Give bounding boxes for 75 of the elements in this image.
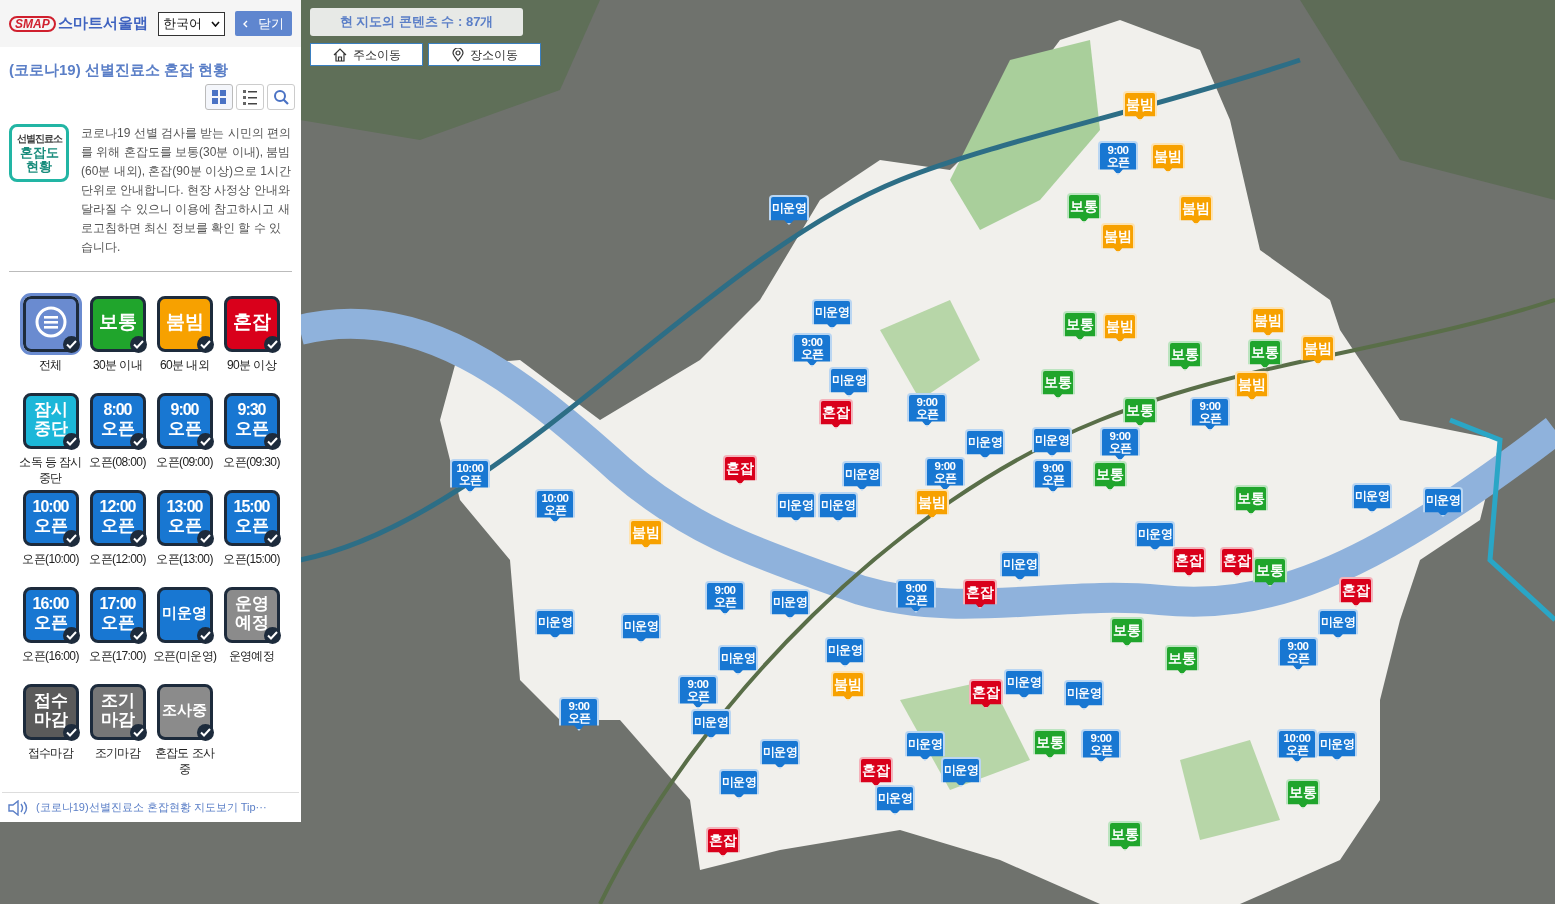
legend-toggle[interactable]: 16:00 오픈 [22, 586, 79, 643]
map-marker[interactable]: 9:00 오픈 [792, 333, 832, 367]
legend-label: 60분 내외 [158, 356, 211, 374]
badge-text: 혼잡도 [19, 145, 59, 160]
legend-label: 오픈(13:00) [155, 550, 214, 568]
legend-toggle[interactable]: 보통 [89, 295, 146, 352]
logo-name: 스마트서울맵 [57, 13, 148, 34]
legend-label: 소독 등 잠시중단 [18, 453, 83, 486]
legend-toggle[interactable]: 접수 마감 [22, 683, 79, 740]
legend-label: 오픈(09:00) [155, 453, 214, 471]
map-marker[interactable]: 9:00 오픈 [705, 581, 745, 615]
legend-label: 오픈(12:00) [88, 550, 147, 568]
legend-label: 오픈(16:00) [21, 647, 80, 665]
house-icon [332, 47, 347, 62]
legend-label: 오픈(08:00) [88, 453, 147, 471]
map-marker[interactable]: 9:00 오픈 [907, 393, 947, 427]
map-marker[interactable]: 9:00 오픈 [925, 457, 965, 491]
map-marker[interactable]: 9:00 오픈 [1278, 637, 1318, 671]
legend-label: 90분 이상 [225, 356, 278, 374]
map-marker[interactable]: 9:00 오픈 [1081, 729, 1121, 763]
legend-toggle[interactable]: 혼잡 [223, 295, 280, 352]
badge-text: 선별진료소 [16, 131, 62, 146]
legend-toggle[interactable]: 운영 예정 [223, 586, 280, 643]
description-text: 코로나19 선별 검사를 받는 시민의 편의를 위해 혼잡도를 보통(30분 이내), 붐빔(60분 내외), 혼잡(90분 이상)으로 1시간 단위로 안내합니다. 현장 사정상 안내와 달라질 수 있으니 이용에 참고하시고 새로고침하면 최신 정보를 확인 할 수 있습니다. [81, 124, 292, 256]
legend-label: 운영예정 [227, 647, 276, 665]
legend-label: 오픈(미운영) [151, 647, 218, 665]
legend-label: 혼잡도 조사중 [153, 744, 216, 777]
legend-toggle[interactable]: 15:00 오픈 [223, 489, 280, 546]
content-count: 현 지도의 콘텐츠 수 : 87개 [339, 13, 494, 32]
legend-label: 오픈(09:30) [222, 453, 281, 471]
legend-toggle[interactable]: 미운영 [156, 586, 213, 643]
view-button[interactable] [236, 83, 264, 110]
chevron-left-icon [242, 19, 248, 28]
speaker-icon [8, 799, 30, 816]
map-marker[interactable]: 9:00 오픈 [1098, 141, 1138, 175]
legend-toggle[interactable]: 17:00 오픈 [89, 586, 146, 643]
nav-button[interactable]: 주소이동 [310, 43, 423, 66]
legend-label: 30분 이내 [91, 356, 144, 374]
map-marker[interactable]: 9:00 오픈 [559, 697, 599, 731]
legend-label: 오픈(15:00) [222, 550, 281, 568]
legend-toggle[interactable]: 10:00 오픈 [22, 489, 79, 546]
pin-icon [451, 47, 464, 62]
map-marker[interactable]: 9:00 오픈 [1190, 397, 1230, 431]
map-marker[interactable]: 9:00 오픈 [678, 675, 718, 709]
map-marker[interactable]: 10:00 오픈 [450, 459, 490, 493]
close-button[interactable]: 닫기 [234, 11, 292, 36]
legend-toggle[interactable] [22, 295, 79, 352]
view-button[interactable] [267, 83, 295, 110]
legend-toggle[interactable]: 9:30 오픈 [223, 392, 280, 449]
map-marker[interactable]: 10:00 오픈 [1277, 729, 1317, 763]
legend-toggle[interactable]: 13:00 오픈 [156, 489, 213, 546]
legend-label: 조기마감 [93, 744, 142, 762]
legend-toggle[interactable]: 잠시 중단 [22, 392, 79, 449]
menu-icon [33, 304, 68, 339]
legend-label: 오픈(17:00) [88, 647, 147, 665]
legend-toggle[interactable]: 8:00 오픈 [89, 392, 146, 449]
map-marker[interactable]: 9:00 오픈 [1033, 459, 1073, 493]
legend-toggle[interactable]: 12:00 오픈 [89, 489, 146, 546]
view-button[interactable] [205, 83, 233, 110]
language-select[interactable]: 한국어 [157, 11, 225, 36]
legend-toggle[interactable]: 조기 마감 [89, 683, 146, 740]
map-marker[interactable]: 9:00 오픈 [1100, 427, 1140, 461]
logo-mark: SMAP [9, 15, 56, 32]
badge-text: 현황 [26, 159, 52, 174]
legend-label: 접수마감 [26, 744, 75, 762]
nav-button[interactable]: 장소이동 [428, 43, 541, 66]
legend-label: 오픈(10:00) [21, 550, 80, 568]
map-marker[interactable]: 10:00 오픈 [535, 489, 575, 523]
tip-link[interactable]: (코로나19)선별진료소 혼잡현황 지도보기 Tip··· [36, 799, 267, 816]
chevron-down-icon [210, 20, 220, 27]
legend-toggle[interactable]: 9:00 오픈 [156, 392, 213, 449]
legend-toggle[interactable]: 조사중 [156, 683, 213, 740]
legend-label: 전체 [38, 356, 63, 374]
panel-title: (코로나19) 선별진료소 혼잡 현황 [9, 60, 230, 80]
map-marker[interactable]: 9:00 오픈 [896, 579, 936, 613]
